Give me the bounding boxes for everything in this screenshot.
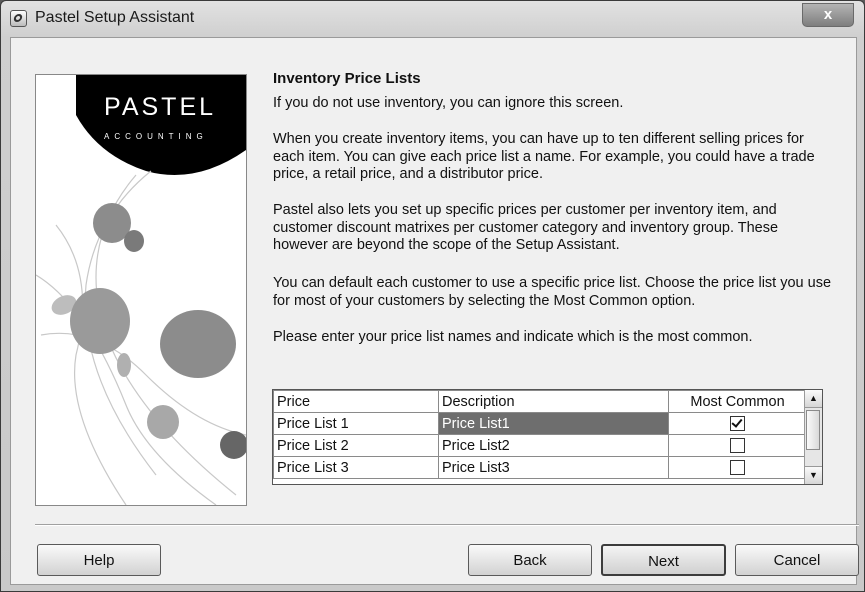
instruction-paragraph: Please enter your price list names and i… [273,329,753,345]
price-cell[interactable]: Price List 1 [273,412,439,435]
pastel-app-icon [10,10,27,27]
window-title: Pastel Setup Assistant [35,9,195,26]
most-common-cell[interactable] [668,412,807,435]
pastel-logo-tagline: ACCOUNTING [104,132,208,141]
price-cell[interactable]: Price List 3 [273,456,439,479]
column-header-most-common[interactable]: Most Common [668,390,807,413]
price-cell[interactable]: Price List 2 [273,434,439,457]
customer-pricing-paragraph: Pastel also lets you set up specific pri… [273,202,779,253]
price-list-grid[interactable]: Price Description Most Common Price List… [272,389,823,485]
most-common-checkbox[interactable] [730,438,745,454]
back-button[interactable]: Back [468,544,592,576]
title-bar[interactable]: Pastel Setup Assistant x [1,1,864,37]
dialog-client-area: PASTEL ACCOUNTING Inventory Price Lists … [10,37,859,585]
column-header-price[interactable]: Price [273,390,439,413]
next-button[interactable]: Next [601,544,726,576]
grid-header-row: Price Description Most Common [273,390,807,413]
close-button[interactable]: x [802,3,854,27]
most-common-checkbox[interactable] [730,416,745,432]
scroll-up-arrow-icon[interactable]: ▲ [805,390,822,408]
description-cell[interactable]: Price List2 [438,434,669,457]
cancel-button[interactable]: Cancel [735,544,859,576]
scroll-thumb[interactable] [806,410,820,450]
default-price-paragraph: You can default each customer to use a s… [273,275,832,309]
button-divider [35,524,859,526]
most-common-checkbox[interactable] [730,460,745,476]
description-cell[interactable]: Price List3 [438,456,669,479]
page-heading: Inventory Price Lists [273,70,421,87]
column-header-description[interactable]: Description [438,390,669,413]
most-common-cell[interactable] [668,434,807,457]
table-row[interactable]: Price List 3 Price List3 [273,456,807,479]
description-cell[interactable]: Price List1 [438,412,669,435]
help-button[interactable]: Help [37,544,161,576]
pastel-logo-panel: PASTEL ACCOUNTING [35,74,247,506]
price-lists-paragraph: When you create inventory items, you can… [273,131,815,182]
setup-assistant-window: Pastel Setup Assistant x PASTEL ACCOUNTI… [0,0,865,592]
pastel-logo-text: PASTEL [104,93,217,121]
scroll-down-arrow-icon[interactable]: ▼ [805,466,822,484]
most-common-cell[interactable] [668,456,807,479]
intro-paragraph: If you do not use inventory, you can ign… [273,95,624,111]
table-row[interactable]: Price List 1 Price List1 [273,412,807,435]
table-row[interactable]: Price List 2 Price List2 [273,434,807,457]
grid-scrollbar[interactable]: ▲ ▼ [804,390,822,484]
